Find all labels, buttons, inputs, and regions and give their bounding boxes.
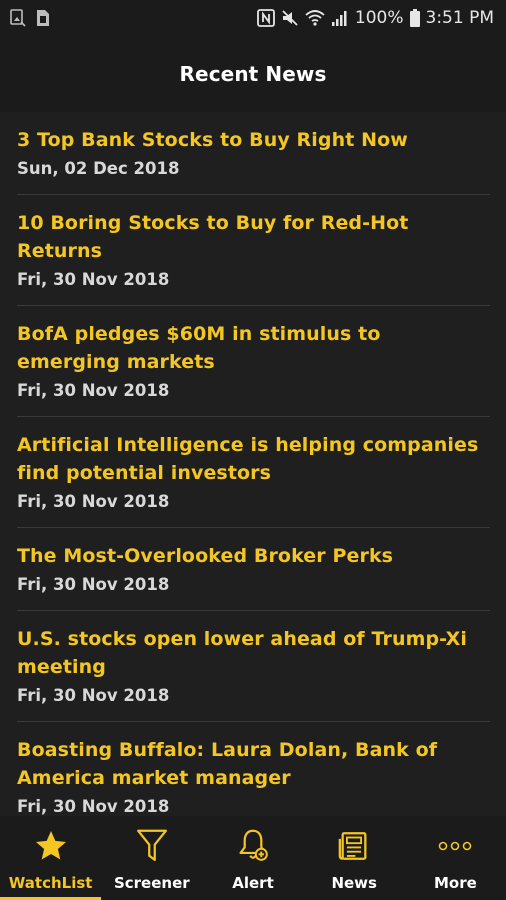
news-date: Sun, 02 Dec 2018 (17, 159, 180, 178)
tab-alert[interactable]: Alert (202, 816, 303, 900)
sim-icon (36, 9, 50, 27)
news-title[interactable]: The Most-Overlooked Broker Perks (17, 542, 490, 570)
filter-icon (132, 826, 172, 866)
news-date: Fri, 30 Nov 2018 (17, 270, 170, 289)
news-date: Fri, 30 Nov 2018 (17, 381, 170, 400)
image-icon (10, 9, 26, 27)
news-item[interactable]: U.S. stocks open lower ahead of Trump-Xi… (17, 611, 490, 722)
signal-icon (331, 9, 349, 27)
news-item[interactable]: 10 Boring Stocks to Buy for Red-Hot Retu… (17, 195, 490, 306)
tab-label: WatchList (8, 874, 93, 892)
news-title[interactable]: BofA pledges $60M in stimulus to emergin… (17, 320, 490, 376)
tab-label: More (434, 874, 477, 892)
news-title[interactable]: 3 Top Bank Stocks to Buy Right Now (17, 126, 490, 154)
wifi-icon (305, 9, 325, 27)
star-icon (31, 826, 71, 866)
news-title[interactable]: Artificial Intelligence is helping compa… (17, 431, 490, 487)
tab-label: Alert (232, 874, 274, 892)
news-title[interactable]: 10 Boring Stocks to Buy for Red-Hot Retu… (17, 209, 490, 265)
news-date: Fri, 30 Nov 2018 (17, 686, 170, 705)
status-right: 100% 3:51 PM (256, 8, 495, 28)
status-bar: 100% 3:51 PM (0, 0, 506, 36)
status-left (10, 9, 50, 27)
news-item[interactable]: Artificial Intelligence is helping compa… (17, 417, 490, 528)
news-item[interactable]: 3 Top Bank Stocks to Buy Right Now Sun, 0… (17, 112, 490, 195)
app-bar: Recent News (0, 36, 506, 112)
newspaper-icon (334, 826, 374, 866)
clock-time: 3:51 PM (425, 8, 495, 28)
news-date: Fri, 30 Nov 2018 (17, 575, 170, 594)
bottom-navigation: WatchList Screener Alert News More (0, 816, 506, 900)
news-date: Fri, 30 Nov 2018 (17, 492, 170, 511)
news-item[interactable]: The Most-Overlooked Broker Perks Fri, 30 … (17, 528, 490, 611)
news-date: Fri, 30 Nov 2018 (17, 797, 170, 816)
bell-plus-icon (233, 826, 273, 866)
news-title[interactable]: U.S. stocks open lower ahead of Trump-Xi… (17, 625, 490, 681)
news-item[interactable]: Boasting Buffalo: Laura Dolan, Bank of A… (17, 722, 490, 816)
tab-watchlist[interactable]: WatchList (0, 816, 102, 900)
tab-label: News (331, 874, 377, 892)
tab-more[interactable]: More (405, 816, 506, 900)
battery-icon (409, 9, 420, 27)
more-dots-icon (435, 826, 475, 866)
news-item[interactable]: BofA pledges $60M in stimulus to emergin… (17, 306, 490, 417)
tab-news[interactable]: News (304, 816, 405, 900)
page-title: Recent News (179, 62, 327, 86)
tab-label: Screener (113, 874, 190, 892)
news-list[interactable]: 3 Top Bank Stocks to Buy Right Now Sun, 0… (0, 112, 506, 816)
news-title[interactable]: Boasting Buffalo: Laura Dolan, Bank of A… (17, 736, 490, 792)
mute-icon (281, 9, 299, 27)
tab-screener[interactable]: Screener (101, 816, 202, 900)
battery-percent: 100% (354, 8, 404, 28)
nfc-icon (256, 9, 275, 27)
